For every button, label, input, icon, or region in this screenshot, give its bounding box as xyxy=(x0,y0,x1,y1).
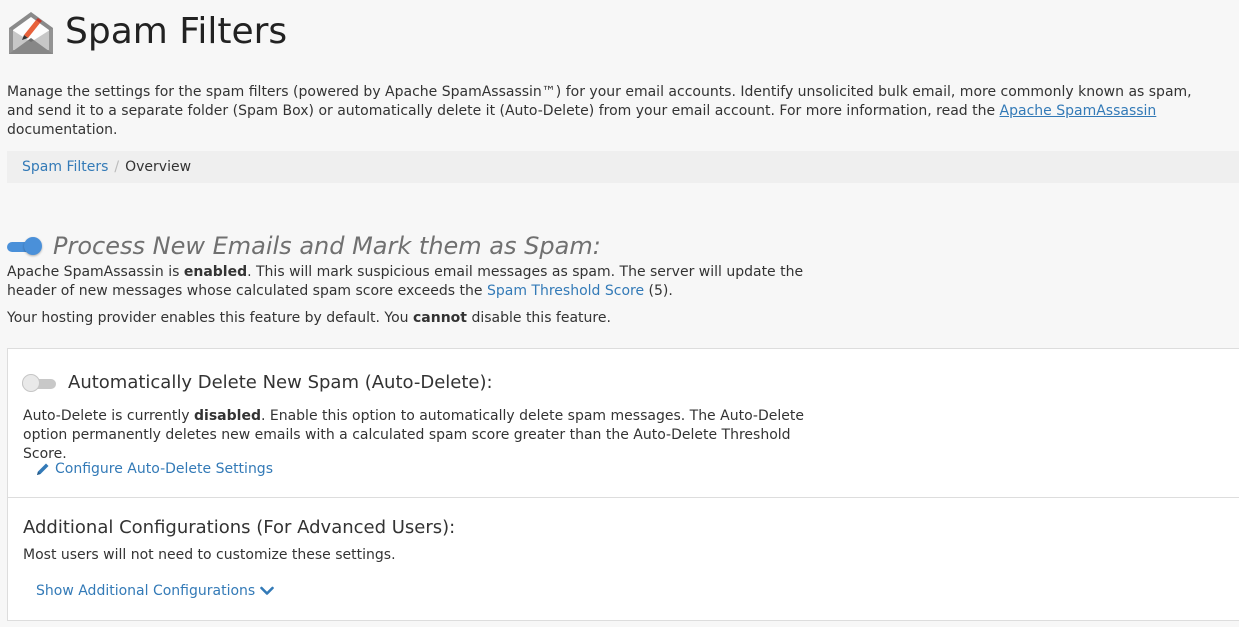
breadcrumb: Spam Filters / Overview xyxy=(7,151,1239,183)
auto-delete-panel: Automatically Delete New Spam (Auto-Dele… xyxy=(7,348,1239,498)
process-section-title: Process New Emails and Mark them as Spam… xyxy=(53,232,601,260)
auto-delete-status-disabled: disabled xyxy=(194,408,261,424)
process-spam-toggle[interactable] xyxy=(7,237,43,255)
intro-text: Manage the settings for the spam filters… xyxy=(7,83,1222,140)
page-header: Spam Filters xyxy=(7,6,287,58)
process-desc-post: (5). xyxy=(644,283,673,299)
configure-auto-delete-link[interactable]: Configure Auto-Delete Settings xyxy=(36,461,273,477)
page-title: Spam Filters xyxy=(65,11,288,52)
breadcrumb-separator: / xyxy=(114,159,120,175)
additional-configurations-title: Additional Configurations (For Advanced … xyxy=(23,517,456,538)
process-description: Apache SpamAssassin is enabled. This wil… xyxy=(7,263,827,301)
process-note-cannot: cannot xyxy=(413,310,467,326)
auto-delete-toggle[interactable] xyxy=(22,373,58,392)
toggle-knob xyxy=(22,373,40,392)
spam-threshold-score-link[interactable]: Spam Threshold Score xyxy=(487,283,644,299)
chevron-down-icon xyxy=(260,586,275,595)
process-status-enabled: enabled xyxy=(183,264,248,280)
configure-auto-delete-label: Configure Auto-Delete Settings xyxy=(55,461,273,477)
pencil-icon xyxy=(37,463,49,475)
toggle-knob xyxy=(24,237,42,255)
process-section-header: Process New Emails and Mark them as Spam… xyxy=(7,232,601,260)
auto-delete-header: Automatically Delete New Spam (Auto-Dele… xyxy=(22,372,493,393)
process-note: Your hosting provider enables this featu… xyxy=(7,310,611,326)
process-desc-pre: Apache SpamAssassin is xyxy=(7,264,184,280)
breadcrumb-current: Overview xyxy=(125,159,192,175)
envelope-pencil-icon xyxy=(9,12,53,54)
show-additional-configurations-label: Show Additional Configurations xyxy=(36,583,256,599)
process-note-pre: Your hosting provider enables this featu… xyxy=(7,310,413,326)
additional-configurations-panel: Additional Configurations (For Advanced … xyxy=(7,497,1239,621)
apache-spamassassin-link[interactable]: Apache SpamAssassin xyxy=(1000,103,1157,119)
breadcrumb-spam-filters[interactable]: Spam Filters xyxy=(22,159,108,175)
additional-configurations-description: Most users will not need to customize th… xyxy=(23,547,396,563)
process-note-post: disable this feature. xyxy=(467,310,611,326)
auto-delete-title: Automatically Delete New Spam (Auto-Dele… xyxy=(68,372,493,393)
auto-delete-description: Auto-Delete is currently disabled. Enabl… xyxy=(23,407,823,464)
intro-text-after: documentation. xyxy=(7,122,118,138)
auto-delete-desc-pre: Auto-Delete is currently xyxy=(23,408,195,424)
show-additional-configurations-link[interactable]: Show Additional Configurations xyxy=(36,583,275,599)
